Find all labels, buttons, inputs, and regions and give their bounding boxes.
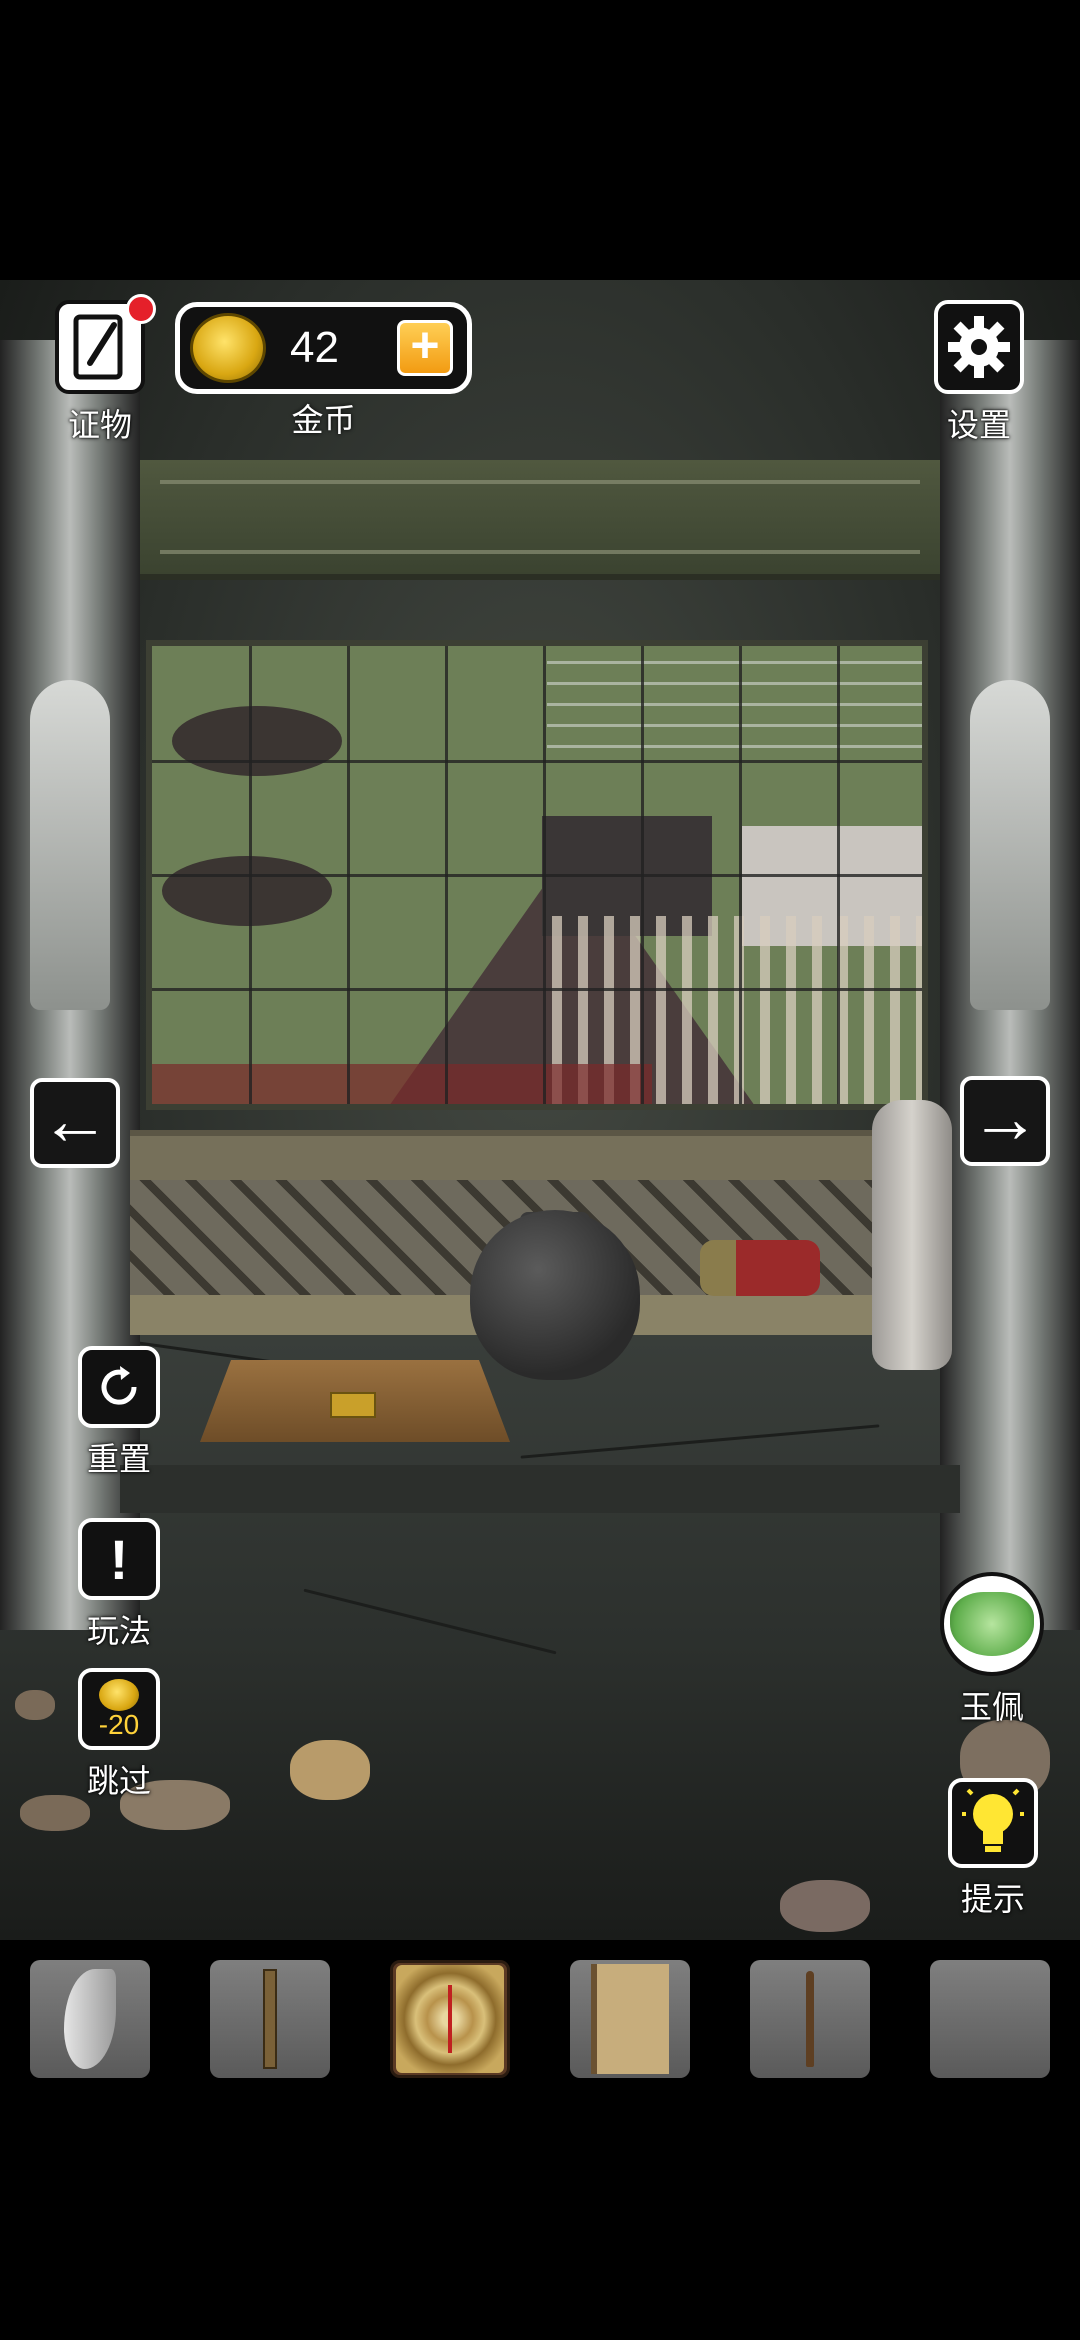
hint-label: 提示 [960,1881,1025,1917]
evidence-button[interactable]: 证物 [55,300,145,446]
mural-puzzle[interactable] [146,640,928,1110]
inventory-slot-old-book[interactable] [570,1960,690,2078]
exclamation-glyph: ! [109,1527,129,1591]
small-gold-box[interactable] [330,1392,376,1418]
broken-bowl[interactable] [780,1880,870,1932]
lintel-ornament [160,480,920,484]
skip-button[interactable]: -20 跳过 [78,1668,160,1802]
coin-label: 金币 [291,402,356,438]
old-book-icon [591,1964,669,2074]
mural-clouds [547,646,922,766]
refresh-icon [78,1346,160,1428]
floor-step [120,1465,960,1513]
gear-icon [934,300,1024,394]
inventory-slot-walking-cane[interactable] [750,1960,870,2078]
inventory-slot-horn-claw[interactable] [30,1960,150,2078]
debris [15,1690,55,1720]
jade-pendant-button[interactable]: 玉佩 [940,1572,1044,1728]
evidence-label: 证物 [67,407,132,443]
mural-blood [152,1064,652,1104]
mural-grid-line [152,988,922,991]
coin-value: 42 [290,323,339,372]
reset-label: 重置 [86,1441,151,1477]
coin-icon [99,1679,139,1711]
notification-badge [126,294,156,324]
carved-lintel [140,460,940,580]
mural-grid-line [152,760,922,763]
add-coins-button[interactable]: + [397,320,453,376]
inventory-slot-compass[interactable] [390,1960,510,2078]
pillar-statue [30,680,110,1010]
exclamation-icon: ! [78,1518,160,1600]
coin-counter[interactable]: 42 + [175,302,472,394]
skip-cost: -20 [98,1709,140,1740]
reset-button[interactable]: 重置 [78,1346,160,1480]
right-carved-pillar [940,340,1080,1630]
inventory-slot-wooden-stick[interactable] [210,1960,330,2078]
mural-grid-line [152,874,922,877]
floor-crack [520,1424,880,1459]
compass-luopan-icon [396,1965,504,2073]
next-scene-arrow[interactable]: → [960,1076,1050,1166]
clay-urn[interactable] [470,1210,640,1380]
white-vase[interactable] [872,1100,952,1370]
mural-winged-figure [162,856,332,926]
skip-label: 跳过 [86,1763,151,1799]
howto-button[interactable]: ! 玩法 [78,1518,160,1652]
inventory-bar [0,1960,1080,2100]
jade-pendant-shape [950,1592,1034,1656]
broken-bowl[interactable] [290,1740,370,1800]
howto-label: 玩法 [86,1613,151,1649]
previous-scene-arrow[interactable]: ← [30,1078,120,1168]
walking-cane-icon [806,1971,814,2067]
skip-icon-box: -20 [78,1668,160,1750]
rolled-scroll[interactable] [700,1240,820,1296]
wooden-stick-icon [263,1969,277,2069]
settings-button[interactable]: 设置 [934,300,1024,446]
lintel-ornament [160,550,920,554]
floor-crack [303,1588,557,1655]
mural-winged-figure [172,706,342,776]
pillar-statue [970,680,1050,1010]
hint-button[interactable]: 提示 [948,1778,1038,1920]
settings-label: 设置 [946,407,1011,443]
inventory-slot-empty[interactable] [930,1960,1050,2078]
horn-claw-icon [64,1969,116,2069]
compass-needle [448,1985,452,2053]
jade-label: 玉佩 [959,1689,1024,1725]
lightbulb-icon [948,1778,1038,1868]
coin-icon [190,313,266,383]
jade-pendant-icon [940,1572,1044,1676]
